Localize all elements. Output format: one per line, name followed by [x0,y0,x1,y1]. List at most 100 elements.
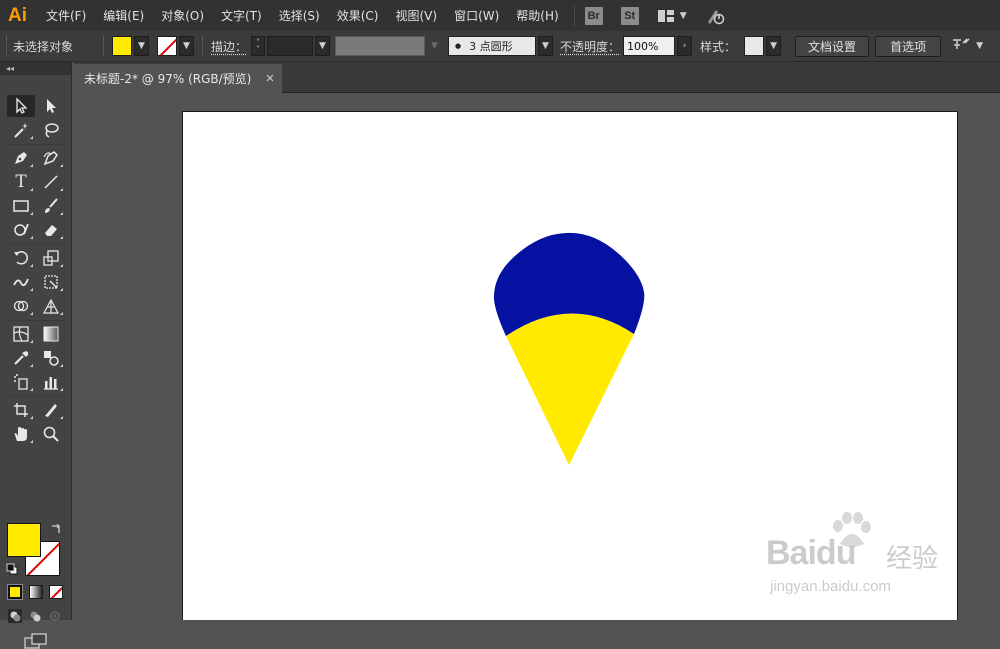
rotate-tool[interactable] [7,247,35,269]
paintbrush-icon [45,198,58,213]
stroke-weight-input[interactable] [267,36,314,56]
direct-selection-tool[interactable] [37,95,65,117]
separator [6,244,66,245]
gradient-mode-button[interactable] [29,585,43,599]
eyedropper-tool[interactable] [7,347,35,369]
paintbrush-tool[interactable] [37,195,65,217]
type-tool[interactable]: T [7,171,35,193]
chevron-down-icon: ˅ [256,45,261,54]
stroke-weight-dropdown[interactable]: ▼ [315,36,331,56]
symbol-sprayer-tool[interactable] [7,371,35,393]
close-icon[interactable]: ✕ [265,72,274,85]
rectangle-icon [13,200,29,212]
chevron-right-icon: › [682,41,687,51]
scale-tool[interactable] [37,247,65,269]
panel-grip[interactable] [6,36,9,56]
default-fill-stroke-icon[interactable] [5,562,19,576]
draw-inside-icon[interactable] [48,609,62,623]
separator [6,396,66,397]
chevron-down-icon: ▼ [679,10,687,21]
line-segment-tool[interactable] [37,171,65,193]
watermark-chinese: 经验 [886,544,939,574]
shaper-tool[interactable] [7,219,35,241]
document-tab-bar: 未标题-2* @ 97% (RGB/预览) ✕ [74,62,1000,93]
fill-swatch[interactable] [112,36,132,56]
rectangle-tool[interactable] [7,195,35,217]
chevron-down-icon: ▼ [542,41,549,51]
draw-normal-icon[interactable] [8,609,22,623]
menu-edit[interactable]: 编辑(E) [103,7,144,24]
selection-tool[interactable] [7,95,35,117]
menu-select[interactable]: 选择(S) [279,7,320,24]
gpu-performance-icon[interactable] [705,6,725,26]
profile-dropdown[interactable]: ▼ [427,36,443,56]
pen-tool[interactable] [7,147,35,169]
zoom-tool[interactable] [37,423,65,445]
mesh-tool[interactable] [7,323,35,345]
artboard-icon [14,403,28,417]
swap-fill-stroke-icon[interactable] [49,522,63,536]
opacity-label[interactable]: 不透明度： [560,38,620,55]
eraser-tool[interactable] [37,219,65,241]
document-tab-title: 未标题-2* @ 97% (RGB/预览) [84,72,252,86]
bridge-button[interactable]: Br [584,6,603,25]
menu-file[interactable]: 文件(F) [46,7,86,24]
document-tab[interactable]: 未标题-2* @ 97% (RGB/预览) ✕ [74,64,282,93]
hand-tool[interactable] [7,423,35,445]
width-tool[interactable] [7,271,35,293]
fill-dropdown-button[interactable]: ▼ [134,36,149,56]
menu-window[interactable]: 窗口(W) [454,7,499,24]
screen-mode-icon[interactable] [24,633,48,649]
opacity-arrow[interactable]: › [677,36,693,56]
stroke-weight-stepper[interactable]: ˄ ˅ [251,36,266,56]
collapse-panel-icon[interactable]: ◂◂ [0,62,71,75]
free-transform-tool[interactable] [37,271,65,293]
chevron-down-icon: ▼ [319,41,326,51]
fill-color-box[interactable] [7,523,41,557]
none-mode-button[interactable] [49,585,63,599]
stroke-dropdown-button[interactable]: ▼ [179,36,194,56]
preferences-button[interactable]: 首选项 [875,35,942,57]
canvas-area[interactable]: Baidu 经验 jingyan.baidu.com [74,94,1000,620]
selection-arrow-icon [16,97,28,114]
menu-bar: Ai 文件(F) 编辑(E) 对象(O) 文字(T) 选择(S) 效果(C) 视… [0,0,1000,31]
menu-divider [573,5,575,26]
chevron-down-icon: ▼ [770,41,777,51]
column-graph-icon [44,377,58,390]
graphic-style-dropdown[interactable]: ▼ [766,36,782,56]
arrange-documents-icon[interactable] [951,37,971,55]
blend-tool[interactable] [37,347,65,369]
variable-width-profile[interactable] [335,36,426,56]
gradient-tool[interactable] [37,323,65,345]
curvature-tool[interactable] [37,147,65,169]
menu-view[interactable]: 视图(V) [395,7,437,24]
shape-builder-tool[interactable] [7,295,35,317]
brush-definition[interactable]: ● 3 点圆形 [448,36,537,56]
blend-icon [44,351,59,366]
draw-behind-icon[interactable] [28,609,42,623]
color-mode-button[interactable] [7,584,23,600]
stroke-swatch[interactable] [157,36,177,56]
column-graph-tool[interactable] [37,371,65,393]
brush-dot-icon: ● [455,42,462,50]
magic-wand-tool[interactable] [7,119,35,141]
menu-object[interactable]: 对象(O) [161,7,204,24]
document-setup-button[interactable]: 文档设置 [795,35,870,57]
control-bar: 未选择对象 ▼ ▼ 描边： ˄ ˅ ▼ ▼ ● 3 点圆形 ▼ 不透明度： 100… [0,31,1000,62]
graphic-style-swatch[interactable] [744,36,765,56]
perspective-grid-tool[interactable] [37,295,65,317]
lasso-tool[interactable] [37,119,65,141]
stock-button[interactable]: St [620,6,639,25]
artboard-tool[interactable] [7,399,35,421]
brush-dropdown[interactable]: ▼ [538,36,554,56]
workspace-switcher[interactable]: ▼ [657,9,687,23]
chevron-down-icon: ▼ [183,41,190,51]
menu-effect[interactable]: 效果(C) [337,7,379,24]
opacity-input[interactable]: 100% [623,36,676,56]
width-icon [13,278,29,287]
cone-shape[interactable] [506,313,634,465]
menu-type[interactable]: 文字(T) [221,7,262,24]
slice-tool[interactable] [37,399,65,421]
menu-help[interactable]: 帮助(H) [516,7,558,24]
stroke-label[interactable]: 描边： [211,38,247,55]
